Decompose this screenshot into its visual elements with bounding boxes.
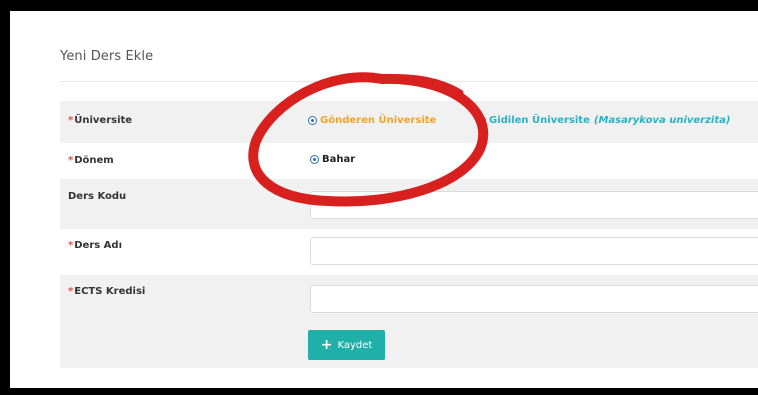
radio-receiving-university-label: Gidilen Üniversite (489, 115, 590, 126)
course-name-input[interactable] (310, 237, 758, 265)
save-button-label: Kaydet (337, 339, 373, 351)
ects-input[interactable] (310, 285, 758, 313)
ects-label: *ECTS Kredisi (68, 286, 146, 297)
radio-sending-university[interactable]: Gönderen Üniversite (308, 115, 436, 126)
radio-term-spring-label: Bahar (322, 154, 356, 165)
radio-sending-university-label: Gönderen Üniversite (320, 115, 437, 126)
term-label: *Dönem (68, 155, 114, 166)
page-title: Yeni Ders Ekle (60, 49, 154, 64)
university-label: *Üniversite (68, 115, 133, 126)
course-name-label: *Ders Adı (68, 240, 123, 251)
term-row: *Dönem Bahar (60, 143, 758, 179)
radio-unchecked-icon (477, 116, 486, 125)
save-button[interactable]: + Kaydet (308, 330, 385, 360)
receiving-university-detail: (Masarykova univerzita) (593, 115, 731, 126)
radio-checked-icon (310, 155, 319, 164)
radio-term-spring[interactable]: Bahar (310, 154, 355, 165)
university-row: *Üniversite Gönderen Üniversite Gidilen … (60, 101, 758, 143)
ects-row: *ECTS Kredisi (60, 275, 758, 323)
actions-row (60, 323, 758, 368)
page-frame: Yeni Ders Ekle *Üniversite Gönderen Üniv… (10, 11, 758, 388)
course-code-label: Ders Kodu (68, 191, 127, 202)
plus-icon: + (320, 337, 333, 353)
radio-checked-icon (308, 116, 317, 125)
radio-receiving-university[interactable]: Gidilen Üniversite (Masarykova univerzit… (477, 115, 730, 126)
required-marker: * (68, 115, 74, 126)
course-name-row: *Ders Adı (60, 229, 758, 275)
course-code-input[interactable] (310, 191, 758, 219)
course-code-row: Ders Kodu (60, 179, 758, 229)
divider (60, 81, 758, 82)
